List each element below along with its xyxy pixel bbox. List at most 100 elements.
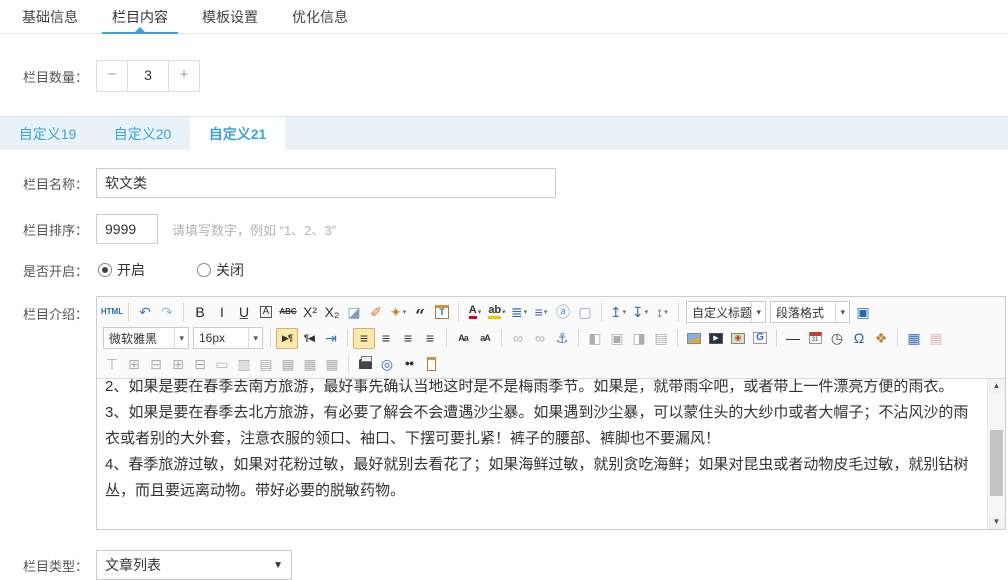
- paste-icon[interactable]: ▯: [420, 353, 442, 374]
- toolbar-separator: [347, 329, 348, 347]
- column-name-label: 栏目名称：: [0, 174, 88, 193]
- font-family-select[interactable]: 微软雅黑▾: [103, 327, 189, 349]
- insert-table-icon[interactable]: ▦: [903, 328, 925, 349]
- screenshot-icon[interactable]: ❖: [870, 328, 892, 349]
- special-char-icon[interactable]: Ω: [848, 328, 870, 349]
- custom-column-tab-bar: 自定义19 自定义20 自定义21: [0, 116, 1008, 150]
- tab-label: 优化信息: [292, 7, 348, 27]
- subtab-custom-20[interactable]: 自定义20: [95, 117, 190, 150]
- align-right-icon[interactable]: ≡: [397, 328, 419, 349]
- dropdown-arrow-icon: ▾: [835, 302, 849, 322]
- editor-scrollbar[interactable]: ▲ ▼: [987, 379, 1005, 529]
- new-page-icon[interactable]: ▢: [574, 302, 596, 323]
- toolbar-separator: [270, 329, 271, 347]
- radio-off[interactable]: 关闭: [197, 260, 244, 280]
- radio-on-label: 开启: [117, 260, 145, 280]
- font-size-select[interactable]: 16px▾: [193, 327, 263, 349]
- subtab-custom-21[interactable]: 自定义21: [190, 117, 285, 150]
- toolbar-separator: [183, 303, 184, 321]
- increment-button[interactable]: +: [169, 61, 199, 91]
- column-sort-label: 栏目排序：: [0, 220, 88, 239]
- strikethrough-icon[interactable]: ABC: [277, 302, 299, 323]
- fullscreen-icon[interactable]: ▣: [852, 302, 874, 323]
- custom-title-select[interactable]: 自定义标题▾: [686, 301, 766, 323]
- insert-map-icon[interactable]: ◉: [727, 328, 749, 349]
- anchor-icon[interactable]: ⚓: [551, 328, 573, 349]
- insert-gmap-icon[interactable]: G: [749, 328, 771, 349]
- underline-icon[interactable]: U̲: [233, 302, 255, 323]
- subtab-custom-19[interactable]: 自定义19: [0, 117, 95, 150]
- dropdown-arrow-icon: ▾: [751, 302, 765, 322]
- blockquote-icon[interactable]: “: [409, 302, 431, 323]
- unordered-list-icon[interactable]: ≡▾: [530, 302, 552, 323]
- split-rows-icon: ▦: [277, 353, 299, 374]
- subscript-icon[interactable]: X₂: [321, 302, 343, 323]
- radio-on-dot: [98, 263, 112, 277]
- tab-template-settings[interactable]: 模板设置: [192, 0, 268, 33]
- paragraph-spacing-bottom-icon[interactable]: ↧▾: [629, 302, 651, 323]
- undo-icon[interactable]: ↶: [134, 302, 156, 323]
- bold-icon[interactable]: B: [189, 302, 211, 323]
- superscript-icon[interactable]: X²: [299, 302, 321, 323]
- active-tab-caret: [135, 27, 145, 32]
- delete-row-icon: ⊟: [145, 353, 167, 374]
- toolbar-separator: [776, 329, 777, 347]
- toolbar-separator: [578, 329, 579, 347]
- insert-image-icon[interactable]: [683, 328, 705, 349]
- indent-icon[interactable]: ⇥: [320, 328, 342, 349]
- enabled-row: 是否开启： 开启 关闭: [0, 260, 1008, 280]
- align-left-icon[interactable]: ≡: [353, 328, 375, 349]
- scroll-down-arrow[interactable]: ▼: [988, 515, 1005, 529]
- tab-basic-info[interactable]: 基础信息: [12, 0, 88, 33]
- scrollbar-thumb[interactable]: [990, 430, 1003, 496]
- redo-icon[interactable]: ↷: [156, 302, 178, 323]
- decrement-button[interactable]: −: [97, 61, 127, 91]
- horizontal-rule-icon[interactable]: —: [782, 328, 804, 349]
- format-painter-icon[interactable]: ✐: [365, 302, 387, 323]
- tab-seo-info[interactable]: 优化信息: [282, 0, 358, 33]
- paragraph-spacing-top-icon[interactable]: ↥▾: [607, 302, 629, 323]
- column-name-input[interactable]: [96, 168, 556, 198]
- print-icon[interactable]: [354, 353, 376, 374]
- align-justify-icon[interactable]: ≡: [419, 328, 441, 349]
- insert-date-icon[interactable]: 31: [804, 328, 826, 349]
- anchor-text-icon[interactable]: ⓐ: [552, 302, 574, 323]
- column-sort-input[interactable]: [96, 214, 158, 244]
- toolbar-separator: [897, 329, 898, 347]
- highlight-color-icon[interactable]: ab▾: [486, 302, 508, 323]
- insert-time-icon[interactable]: ◷: [826, 328, 848, 349]
- link-icon: ∞: [507, 328, 529, 349]
- scroll-up-arrow[interactable]: ▲: [988, 379, 1005, 393]
- to-lowercase-icon[interactable]: aA: [474, 328, 496, 349]
- align-center-icon[interactable]: ≡: [375, 328, 397, 349]
- remove-format-icon[interactable]: ◪: [343, 302, 365, 323]
- toolbar-row-2: 微软雅黑▾16px▾▶¶¶◀⇥≡≡≡≡AaaA∞∞⚓◧▣◨▤▶◉G—31◷Ω❖▦…: [101, 325, 1001, 351]
- ordered-list-icon[interactable]: ≣▾: [508, 302, 530, 323]
- ltr-paragraph-icon[interactable]: ▶¶: [276, 328, 298, 349]
- editor-content[interactable]: 2、如果是要在春季去南方旅游，最好事先确认当地这时是不是梅雨季节。如果是，就带雨…: [97, 379, 986, 504]
- italic-icon[interactable]: I: [211, 302, 233, 323]
- column-intro-label: 栏目介绍：: [0, 304, 88, 323]
- find-replace-icon[interactable]: ●●: [398, 353, 420, 374]
- custom-title-select-value: 自定义标题: [687, 304, 751, 321]
- column-type-select[interactable]: 文章列表 ▼: [96, 550, 292, 580]
- tab-column-content[interactable]: 栏目内容: [102, 0, 178, 33]
- line-height-icon[interactable]: ↕▾: [651, 302, 673, 323]
- radio-on[interactable]: 开启: [98, 260, 145, 280]
- paragraph-format-select[interactable]: 段落格式▾: [770, 301, 850, 323]
- delete-table-icon: ▦: [925, 328, 947, 349]
- image-block-icon: ▤: [650, 328, 672, 349]
- preview-icon[interactable]: ◎: [376, 353, 398, 374]
- insert-video-icon[interactable]: ▶: [705, 328, 727, 349]
- tab-label: 模板设置: [202, 7, 258, 27]
- insert-row-icon: ⊞: [123, 353, 145, 374]
- to-uppercase-icon[interactable]: Aa: [452, 328, 474, 349]
- rtl-paragraph-icon[interactable]: ¶◀: [298, 328, 320, 349]
- toolbar-separator: [677, 329, 678, 347]
- html-source-icon[interactable]: HTML: [101, 302, 123, 323]
- border-text-icon[interactable]: A: [255, 302, 277, 323]
- auto-typeset-icon[interactable]: ✦▾: [387, 302, 409, 323]
- paste-as-text-icon[interactable]: T: [431, 302, 453, 323]
- font-color-icon[interactable]: A▾: [464, 302, 486, 323]
- enabled-radio-group: 开启 关闭: [98, 260, 296, 280]
